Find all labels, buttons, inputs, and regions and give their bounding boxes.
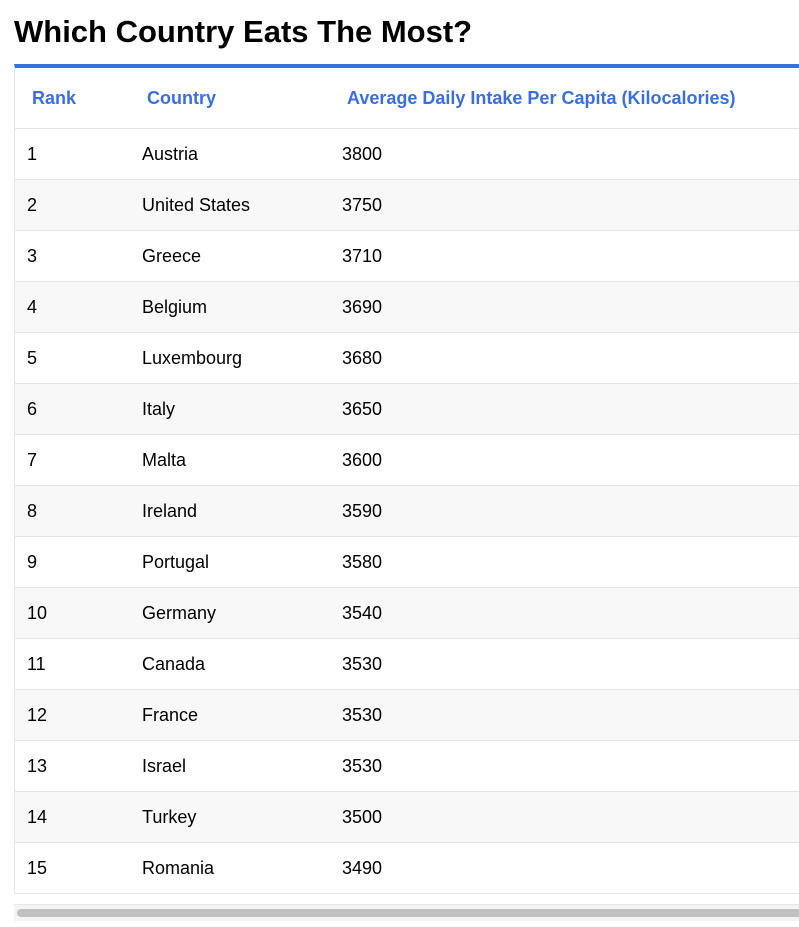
cell-country: France: [129, 689, 329, 741]
cell-country: Italy: [129, 383, 329, 435]
table-row: 11 Canada 3530: [15, 638, 799, 690]
table-body: 1 Austria 3800 2 United States 3750 3 Greece 371…: [15, 128, 799, 894]
cell-country: Greece: [129, 230, 329, 282]
table-row: 6 Italy 3650: [15, 383, 799, 435]
cell-country: Israel: [129, 740, 329, 792]
table-row: 5 Luxembourg 3680: [15, 332, 799, 384]
table-row: 7 Malta 3600: [15, 434, 799, 486]
table-row: 13 Israel 3530: [15, 740, 799, 792]
cell-rank: 13: [15, 740, 129, 792]
cell-intake: 3530: [329, 638, 799, 690]
table-row: 15 Romania 3490: [15, 843, 799, 894]
cell-country: Canada: [129, 638, 329, 690]
cell-rank: 5: [15, 332, 129, 384]
cell-intake: 3580: [329, 536, 799, 588]
table-row: 4 Belgium 3690: [15, 281, 799, 333]
cell-rank: 14: [15, 791, 129, 843]
cell-intake: 3540: [329, 587, 799, 639]
cell-intake: 3490: [342, 857, 383, 878]
cell-country: United States: [129, 179, 329, 231]
table-row: 3 Greece 3710: [15, 230, 799, 282]
cell-country: Luxembourg: [129, 332, 329, 384]
cell-country: Austria: [129, 128, 329, 180]
table-header: Rank Country Average Daily Intake Per Ca…: [15, 68, 799, 129]
table-row: 8 Ireland 3590: [15, 485, 799, 537]
cell-rank: 10: [15, 587, 129, 639]
table-row: 14 Turkey 3500: [15, 791, 799, 843]
cell-country: Turkey: [129, 791, 329, 843]
table-row: 12 France 3530: [15, 689, 799, 741]
cell-intake: 3530: [329, 740, 799, 792]
cell-country: Malta: [129, 434, 329, 486]
cell-rank: 6: [15, 383, 129, 435]
cell-intake: 3680: [329, 332, 799, 384]
cell-intake: 3800: [329, 128, 799, 180]
cell-rank: 11: [15, 638, 129, 690]
cell-intake: 3530: [329, 689, 799, 741]
cell-intake: 3590: [329, 485, 799, 537]
cell-rank: 1: [15, 128, 129, 180]
cell-intake: 3600: [329, 434, 799, 486]
cell-rank: 12: [15, 689, 129, 741]
cell-country: Portugal: [129, 536, 329, 588]
table-row: 10 Germany 3540: [15, 587, 799, 639]
column-header-country[interactable]: Country: [129, 68, 329, 129]
cell-rank: 8: [15, 485, 129, 537]
data-table-container: Rank Country Average Daily Intake Per Ca…: [14, 64, 799, 894]
cell-rank: 3: [15, 230, 129, 282]
cell-rank: 15: [27, 857, 48, 878]
table-row: 2 United States 3750: [15, 179, 799, 231]
cell-country: Belgium: [129, 281, 329, 333]
cell-intake: 3650: [329, 383, 799, 435]
cell-intake: 3500: [329, 791, 799, 843]
cell-rank: 9: [15, 536, 129, 588]
table-row: 9 Portugal 3580: [15, 536, 799, 588]
cell-country: Romania: [142, 857, 215, 878]
header-row: Rank Country Average Daily Intake Per Ca…: [15, 68, 799, 129]
cell-rank: 7: [15, 434, 129, 486]
column-header-intake[interactable]: Average Daily Intake Per Capita (Kilocal…: [329, 68, 799, 129]
column-header-rank[interactable]: Rank: [15, 68, 129, 129]
cell-rank: 2: [15, 179, 129, 231]
cell-rank: 4: [15, 281, 129, 333]
cell-intake: 3750: [329, 179, 799, 231]
scrollbar-thumb[interactable]: [17, 909, 799, 917]
cell-intake: 3690: [329, 281, 799, 333]
table-row: 1 Austria 3800: [15, 128, 799, 180]
cell-country: Ireland: [129, 485, 329, 537]
cell-intake: 3710: [329, 230, 799, 282]
horizontal-scrollbar[interactable]: [14, 904, 799, 921]
calorie-intake-table: Rank Country Average Daily Intake Per Ca…: [15, 68, 799, 893]
cell-country: Germany: [129, 587, 329, 639]
page-title: Which Country Eats The Most?: [14, 14, 473, 49]
